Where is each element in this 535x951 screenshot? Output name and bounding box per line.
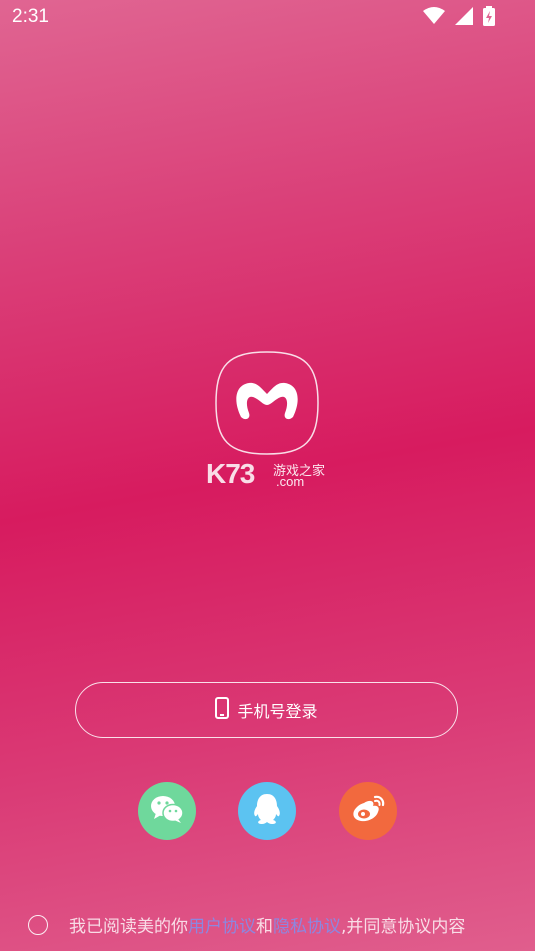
weibo-icon (351, 795, 385, 827)
agreement-suffix: ,并同意协议内容 (341, 917, 466, 937)
battery-charging-icon (483, 6, 495, 26)
watermark-k73: K73 (206, 458, 255, 489)
watermark: K73 游戏之家 .com (206, 458, 330, 492)
wechat-icon (150, 794, 184, 828)
agreement-prefix: 我已阅读美的你 (69, 917, 188, 937)
qq-icon (253, 793, 281, 829)
weibo-login-button[interactable] (339, 782, 397, 840)
wifi-icon (423, 7, 445, 25)
phone-login-button[interactable]: 手机号登录 (75, 682, 458, 738)
agree-checkbox[interactable] (28, 914, 48, 935)
phone-icon (215, 697, 230, 723)
signal-icon (455, 7, 473, 25)
agreement-row: 我已阅读美的你 用户协议 和 隐私协议 ,并同意协议内容 (28, 912, 465, 937)
status-time: 2:31 (12, 6, 49, 27)
status-bar: 2:31 (0, 0, 535, 36)
qq-login-button[interactable] (238, 782, 296, 840)
watermark-com: .com (276, 474, 305, 489)
status-icons (423, 6, 495, 26)
agreement-and: 和 (256, 917, 273, 937)
wechat-login-button[interactable] (138, 782, 196, 840)
phone-login-label: 手机号登录 (237, 702, 318, 721)
user-agreement-link[interactable]: 用户协议 (188, 912, 256, 937)
app-logo-m-icon (215, 351, 319, 455)
privacy-policy-link[interactable]: 隐私协议 (273, 912, 341, 937)
